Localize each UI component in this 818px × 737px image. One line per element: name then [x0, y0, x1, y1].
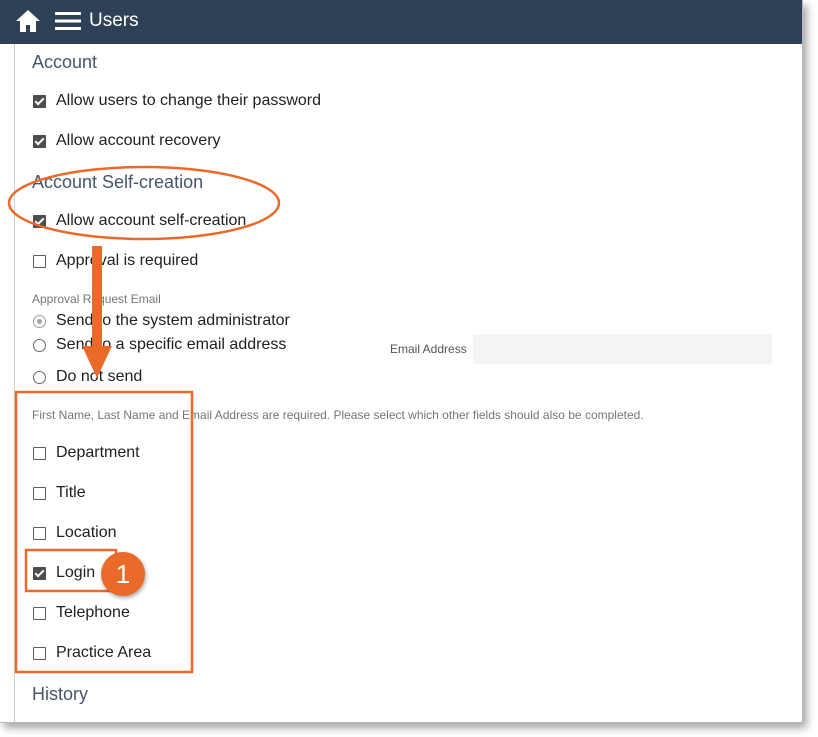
users-settings-window: Users Account Allow users to change thei… — [0, 0, 803, 723]
field-login-option[interactable]: Login — [33, 563, 95, 583]
field-practice-area-option[interactable]: Practice Area — [33, 643, 151, 663]
allow-change-password-option[interactable]: Allow users to change their password — [33, 91, 321, 111]
approval-required-option[interactable]: Approval is required — [33, 251, 198, 271]
do-not-send-radio[interactable] — [33, 370, 46, 384]
field-title-option[interactable]: Title — [33, 483, 86, 503]
field-title-label: Title — [56, 484, 86, 501]
step-badge: 1 — [101, 552, 145, 596]
allow-account-recovery-checkbox[interactable] — [33, 134, 46, 148]
field-title-checkbox[interactable] — [33, 486, 46, 500]
field-department-label: Department — [56, 444, 140, 461]
field-location-option[interactable]: Location — [33, 523, 117, 543]
do-not-send-label: Do not send — [56, 368, 143, 385]
allow-change-password-checkbox[interactable] — [33, 94, 46, 108]
email-address-label: Email Address — [390, 342, 467, 356]
allow-account-recovery-label: Allow account recovery — [56, 132, 221, 149]
send-to-admin-label: Send to the system administrator — [56, 312, 290, 329]
send-to-admin-radio[interactable] — [33, 314, 46, 328]
field-login-checkbox[interactable] — [33, 566, 46, 580]
send-to-admin-option[interactable]: Send to the system administrator — [33, 311, 290, 331]
allow-change-password-label: Allow users to change their password — [56, 92, 322, 109]
allow-self-creation-checkbox[interactable] — [33, 214, 46, 228]
settings-content: Account Allow users to change their pass… — [14, 44, 802, 722]
send-to-specific-radio[interactable] — [33, 338, 46, 352]
field-location-checkbox[interactable] — [33, 526, 46, 540]
top-bar: Users — [0, 0, 802, 44]
field-practice-area-checkbox[interactable] — [33, 646, 46, 660]
field-department-checkbox[interactable] — [33, 446, 46, 460]
send-to-specific-label: Send to a specific email address — [56, 336, 287, 353]
field-location-label: Location — [56, 524, 117, 541]
field-login-label: Login — [56, 564, 96, 581]
field-department-option[interactable]: Department — [33, 443, 140, 463]
field-telephone-label: Telephone — [56, 604, 130, 621]
hamburger-menu-icon[interactable] — [55, 10, 81, 32]
field-telephone-checkbox[interactable] — [33, 606, 46, 620]
page-title: Users — [89, 10, 139, 31]
self-creation-heading: Account Self-creation — [32, 172, 204, 192]
home-icon[interactable] — [15, 9, 41, 33]
approval-required-checkbox[interactable] — [33, 254, 46, 268]
field-practice-area-label: Practice Area — [56, 644, 152, 661]
approval-required-label: Approval is required — [56, 252, 199, 269]
account-heading: Account — [32, 52, 98, 72]
do-not-send-option[interactable]: Do not send — [33, 367, 142, 387]
allow-account-recovery-option[interactable]: Allow account recovery — [33, 131, 221, 151]
allow-self-creation-option[interactable]: Allow account self-creation — [33, 211, 246, 231]
field-telephone-option[interactable]: Telephone — [33, 603, 130, 623]
allow-self-creation-label: Allow account self-creation — [56, 212, 247, 229]
required-fields-note: First Name, Last Name and Email Address … — [32, 408, 644, 422]
approval-email-label: Approval Request Email — [32, 292, 161, 306]
send-to-specific-option[interactable]: Send to a specific email address — [33, 335, 286, 355]
email-address-input[interactable] — [473, 334, 772, 364]
history-heading: History — [32, 684, 89, 704]
